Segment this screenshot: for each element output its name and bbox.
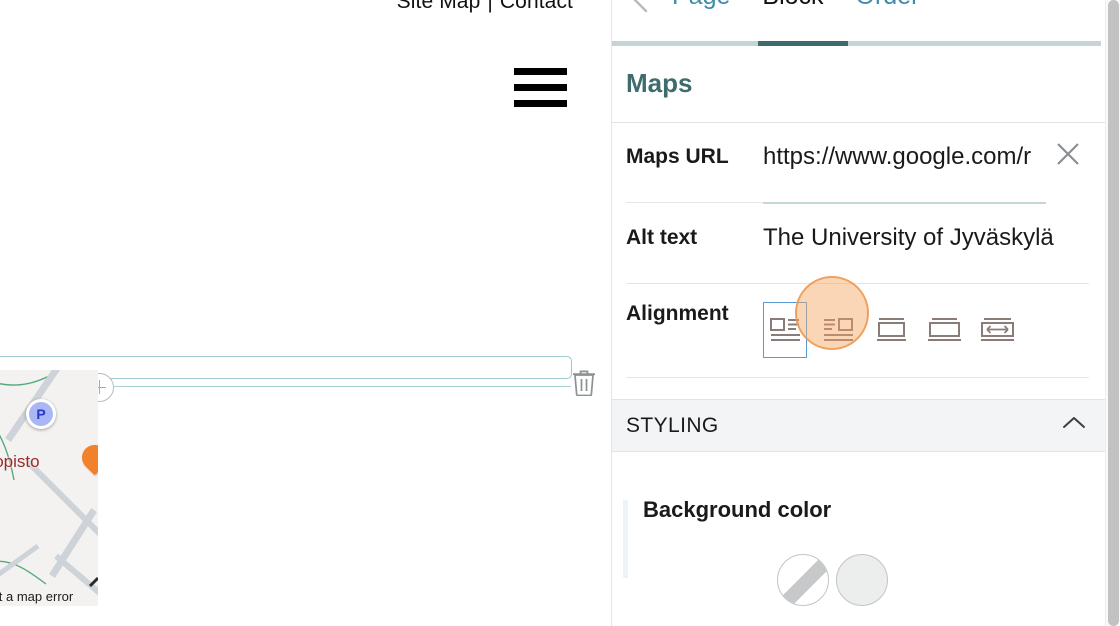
align-center-wide-button[interactable] bbox=[922, 302, 966, 358]
align-center-small-button[interactable] bbox=[869, 302, 913, 358]
nav-separator: | bbox=[487, 0, 493, 13]
align-full-width-button[interactable] bbox=[975, 302, 1019, 358]
field-control-alt-text: The University of Jyväskylä bbox=[763, 226, 1105, 250]
field-label-maps-url: Maps URL bbox=[626, 145, 729, 168]
map-place-label: n yliopisto bbox=[0, 452, 40, 471]
divider-after-maps-url bbox=[612, 202, 1105, 204]
align-left-wrap-button[interactable] bbox=[763, 302, 807, 358]
styling-section-header[interactable]: STYLING bbox=[612, 399, 1105, 452]
close-x-icon[interactable] bbox=[1053, 139, 1083, 169]
alt-text-input[interactable]: The University of Jyväskylä bbox=[763, 226, 1089, 250]
styling-section-body: Background color bbox=[612, 452, 1105, 626]
tab-order[interactable]: Order bbox=[840, 0, 936, 11]
hamburger-menu-icon[interactable] bbox=[514, 68, 567, 107]
tab-block[interactable]: Block bbox=[746, 0, 839, 11]
block-type-title: Maps bbox=[626, 67, 693, 98]
field-alt-text: Alt text The University of Jyväskylä bbox=[612, 204, 1105, 283]
field-label-alignment: Alignment bbox=[626, 302, 729, 325]
hamburger-bar bbox=[514, 84, 567, 91]
field-control-maps-url: https://www.google.com/r bbox=[763, 143, 1105, 169]
google-map-embed[interactable]: P n yliopisto port a map error bbox=[0, 370, 98, 606]
field-maps-url: Maps URL https://www.google.com/r bbox=[612, 123, 1105, 202]
nav-link-site-map[interactable]: Site Map bbox=[397, 0, 481, 13]
editor-tabbar: Page Block Order bbox=[612, 0, 1105, 46]
page-preview: Site Map | Contact P pisto t a map error bbox=[0, 0, 611, 626]
background-color-label: Background color bbox=[643, 497, 832, 522]
light-gray-swatch[interactable] bbox=[836, 554, 888, 606]
tab-active-indicator bbox=[758, 41, 848, 46]
chevron-left-icon[interactable] bbox=[623, 0, 657, 16]
app-root: Site Map | Contact P pisto t a map error… bbox=[0, 0, 1120, 626]
block-editor-panel: Page Block Order Maps Maps URL https://w… bbox=[611, 0, 1105, 626]
hamburger-bar bbox=[514, 68, 567, 75]
nav-link-contact[interactable]: Contact bbox=[500, 0, 573, 13]
field-alignment: Alignment bbox=[612, 276, 1105, 363]
divider-after-alignment bbox=[612, 377, 1105, 378]
background-color-swatches bbox=[612, 554, 1105, 606]
site-navigation: Site Map | Contact bbox=[397, 0, 573, 14]
maps-url-input[interactable]: https://www.google.com/r bbox=[763, 145, 1089, 169]
page-scrollbar-thumb[interactable] bbox=[1108, 0, 1119, 626]
page-scrollbar[interactable] bbox=[1105, 0, 1120, 626]
hamburger-bar bbox=[514, 100, 567, 107]
tab-page[interactable]: Page bbox=[656, 0, 746, 11]
chevron-up-icon[interactable] bbox=[1061, 415, 1087, 436]
alignment-options bbox=[763, 302, 1089, 358]
tab-underline-track bbox=[612, 41, 1101, 46]
map-report-error-link[interactable]: port a map error bbox=[0, 589, 73, 604]
field-label-alt-text: Alt text bbox=[626, 226, 698, 249]
map-parking-label: P bbox=[29, 402, 53, 426]
map-parking-marker[interactable]: P bbox=[26, 399, 56, 429]
block-title-row: Maps bbox=[612, 44, 1105, 123]
trash-icon[interactable] bbox=[571, 368, 597, 397]
field-control-alignment bbox=[763, 276, 1105, 358]
align-right-wrap-button[interactable] bbox=[816, 302, 860, 358]
editor-tabs: Page Block Order bbox=[656, 0, 935, 11]
no-color-swatch[interactable] bbox=[777, 554, 829, 606]
styling-section-label: STYLING bbox=[626, 413, 719, 437]
styling-left-accent-bar bbox=[623, 500, 628, 578]
